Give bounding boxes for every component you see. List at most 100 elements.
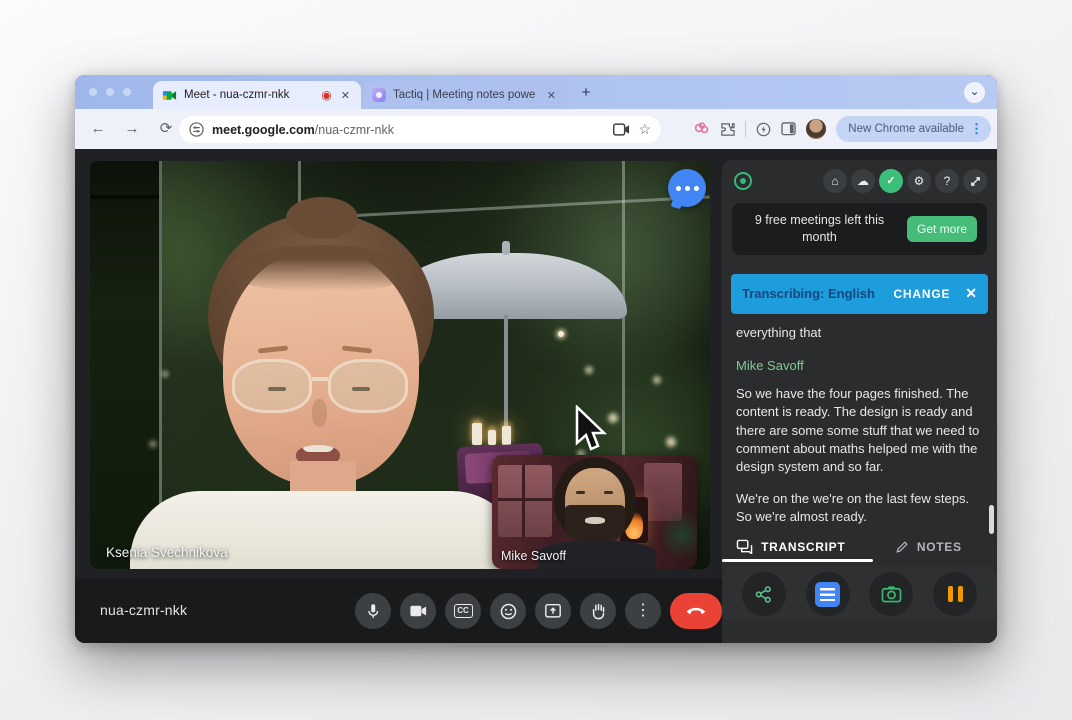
tab-title: Meet - nua-czmr-nkk (184, 89, 314, 101)
end-call-button[interactable] (670, 593, 722, 629)
free-meetings-text: 9 free meetings left this month (742, 212, 897, 246)
desktop-background: Meet - nua-czmr-nkk ◉ ✕ Tactiq | Meeting… (0, 0, 1072, 720)
pink-extension-icon[interactable] (694, 122, 710, 136)
candles (472, 423, 511, 445)
speaker-nose (312, 399, 327, 427)
shield-check-icon[interactable]: ✓ (879, 169, 903, 193)
pip-speaker-beard (565, 505, 625, 545)
tab-notes[interactable]: NOTES (860, 531, 998, 562)
tab-title: Tactiq | Meeting notes powe (393, 89, 538, 101)
tactiq-header: ⌂ ☁ ✓ ⚙ ? (722, 160, 997, 199)
profile-avatar[interactable] (806, 119, 826, 139)
transcript-speaker: Mike Savoff (736, 357, 983, 375)
captions-button[interactable]: CC (445, 593, 481, 629)
transcript-scrollbar[interactable] (989, 505, 994, 534)
change-language-button[interactable]: CHANGE (893, 287, 950, 301)
transcript-list[interactable]: everything that Mike Savoff So we have t… (736, 324, 983, 536)
chrome-update-label: New Chrome available (848, 123, 964, 135)
browser-window: Meet - nua-czmr-nkk ◉ ✕ Tactiq | Meeting… (75, 75, 997, 643)
reload-button[interactable]: ⟳ (155, 118, 177, 140)
camera-in-use-icon[interactable] (613, 123, 630, 136)
meeting-code-label: nua-czmr-nkk (100, 602, 187, 618)
camera-snapshot-icon (881, 585, 902, 603)
tab-close-icon[interactable]: ✕ (339, 89, 352, 102)
shield-extension-icon[interactable] (756, 122, 771, 137)
pip-speaker-eye (576, 491, 585, 494)
tab-list-chevron-icon[interactable]: ⌄ (964, 82, 985, 103)
pip-window (498, 465, 552, 537)
tab-strip: Meet - nua-czmr-nkk ◉ ✕ Tactiq | Meeting… (75, 75, 997, 109)
transcribing-banner: Transcribing: English CHANGE ✕ (731, 274, 988, 314)
transcript-text: We're on the we're on the last few steps… (736, 490, 983, 527)
home-icon[interactable]: ⌂ (823, 169, 847, 193)
url-host: meet.google.com (212, 123, 315, 137)
captions-icon: CC (454, 604, 473, 618)
pip-speaker-name: Mike Savoff (501, 549, 566, 563)
extensions-puzzle-icon[interactable] (720, 122, 735, 137)
meet-controls: CC ⋮ (355, 593, 722, 629)
close-banner-icon[interactable]: ✕ (965, 285, 977, 302)
back-button[interactable]: ← (87, 118, 109, 140)
transcript-text: everything that (736, 324, 983, 342)
bookmark-star-icon[interactable]: ☆ (638, 121, 651, 138)
window-controls[interactable] (89, 88, 131, 96)
tab-meet[interactable]: Meet - nua-czmr-nkk ◉ ✕ (153, 81, 361, 109)
tactiq-panel: ⌂ ☁ ✓ ⚙ ? 9 free meetings left this mont… (722, 160, 997, 643)
tactiq-logo-icon (734, 172, 752, 190)
tactiq-actions-bar (722, 566, 997, 622)
tab-transcript[interactable]: TRANSCRIPT (722, 531, 860, 562)
pip-video-tile[interactable]: Mike Savoff (492, 455, 697, 569)
mouse-cursor (573, 405, 607, 451)
pip-speaker-mouth (585, 517, 605, 524)
share-icon (754, 585, 773, 604)
transcript-icon (736, 539, 753, 554)
get-more-button[interactable]: Get more (907, 216, 977, 242)
pause-icon (948, 586, 963, 602)
recording-indicator-icon: ◉ (321, 89, 331, 101)
toolbar-divider (745, 121, 746, 137)
transcript-text: So we have the four pages finished. The … (736, 385, 983, 477)
pip-plant (664, 507, 697, 563)
forward-button[interactable]: → (121, 118, 143, 140)
present-screen-button[interactable] (535, 593, 571, 629)
speaker-hair-bun (286, 197, 358, 239)
tactiq-favicon-icon (372, 88, 386, 102)
string-lights (558, 331, 564, 337)
meet-page: Ksenia Svechnikova Mike Savoff (75, 149, 997, 643)
notes-tab-label: NOTES (917, 540, 962, 554)
chrome-update-button[interactable]: New Chrome available ⋮ (836, 116, 991, 142)
meet-favicon-icon (162, 88, 177, 103)
camera-button[interactable] (400, 593, 436, 629)
window-frame-strip (90, 161, 162, 569)
browser-menu-icon[interactable]: ⋮ (970, 121, 983, 137)
address-bar[interactable]: meet.google.com /nua-czmr-nkk ☆ (179, 116, 661, 143)
tab-tactiq[interactable]: Tactiq | Meeting notes powe ✕ (363, 81, 567, 109)
chat-bubble-badge[interactable] (668, 169, 706, 207)
free-meetings-card: 9 free meetings left this month Get more (732, 203, 987, 255)
tab-close-icon[interactable]: ✕ (545, 89, 558, 102)
reactions-button[interactable] (490, 593, 526, 629)
google-docs-button[interactable] (806, 572, 850, 616)
settings-gear-icon[interactable]: ⚙ (907, 169, 931, 193)
main-speaker-name: Ksenia Svechnikova (106, 545, 228, 560)
transcribing-label: Transcribing: English (742, 286, 875, 301)
pencil-icon (895, 540, 909, 554)
raise-hand-button[interactable] (580, 593, 616, 629)
google-docs-icon (815, 582, 840, 607)
url-path: /nua-czmr-nkk (315, 123, 394, 137)
share-button[interactable] (742, 572, 786, 616)
browser-toolbar: ← → ⟳ meet.google.com /nua-czmr-nkk (75, 109, 997, 149)
transcript-tab-label: TRANSCRIPT (761, 540, 845, 554)
collapse-panel-icon[interactable] (963, 169, 987, 193)
main-video-tile[interactable]: Ksenia Svechnikova Mike Savoff (90, 161, 710, 569)
screenshot-button[interactable] (869, 572, 913, 616)
pip-speaker-eye (604, 491, 613, 494)
cloud-upload-icon[interactable]: ☁ (851, 169, 875, 193)
microphone-button[interactable] (355, 593, 391, 629)
site-settings-icon[interactable] (189, 122, 204, 137)
side-panel-icon[interactable] (781, 122, 796, 136)
new-tab-button[interactable]: + (577, 84, 595, 102)
help-icon[interactable]: ? (935, 169, 959, 193)
more-options-button[interactable]: ⋮ (625, 593, 661, 629)
pause-transcription-button[interactable] (933, 572, 977, 616)
